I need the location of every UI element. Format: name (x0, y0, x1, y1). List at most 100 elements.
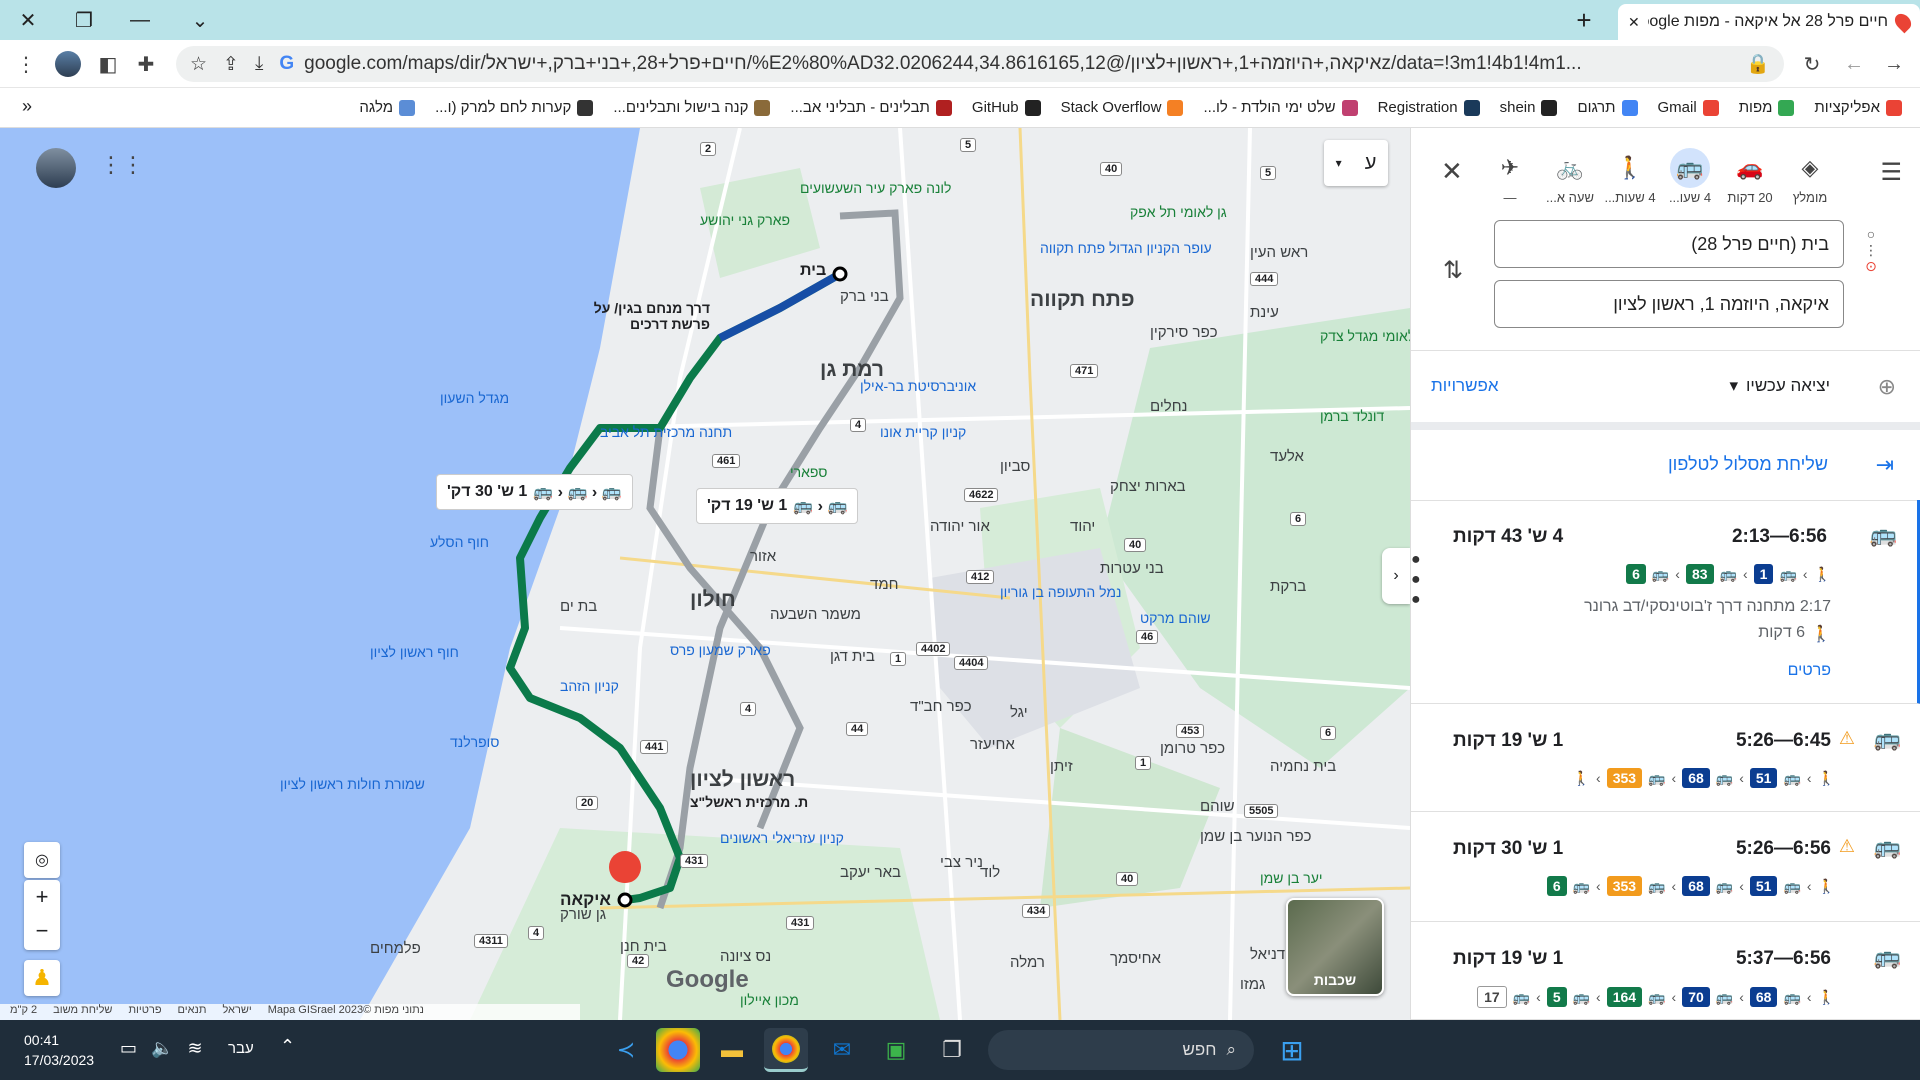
mail-icon[interactable]: ✉ (820, 1028, 864, 1072)
travel-mode-3[interactable]: 🚶 4 שעות... (1600, 148, 1660, 208)
menu-icon[interactable]: ☰ (1880, 158, 1902, 187)
bus-icon: 🚌 (1715, 769, 1734, 786)
bookmark-item[interactable]: מלגה (359, 99, 416, 116)
back-icon[interactable]: → (1876, 40, 1912, 88)
bus-icon: 🚌 (1512, 988, 1531, 1005)
reload-icon[interactable]: ↻ (1794, 40, 1830, 88)
browser-menu-icon[interactable]: ⋮ (8, 40, 44, 88)
task-view-icon[interactable]: ❐ (930, 1028, 974, 1072)
pegman-icon[interactable]: ♟ (24, 960, 60, 996)
bookmark-item[interactable]: Registration (1378, 99, 1480, 116)
bookmark-item[interactable]: שלט ימי הולדת - לו... (1203, 99, 1358, 116)
chevron-up-icon[interactable]: ⌃ (280, 1036, 295, 1057)
chat-icon[interactable]: ▣ (874, 1028, 918, 1072)
maps-favicon-icon (1891, 10, 1915, 34)
map-footer-link[interactable]: תנאים (178, 1004, 207, 1020)
line-badge: 68 (1749, 987, 1778, 1007)
route-dots: ○ ⋮ ⊙ (1864, 226, 1878, 274)
route-option[interactable]: 🚌 2:13—6:56 4 ש' 43 דקות 🚶 › 🚌 1 › 🚌 83 › 🚌 6 2:17 מת… (1411, 500, 1920, 704)
line-badge: 83 (1685, 564, 1714, 584)
windows-start-icon[interactable]: ⊞ (1270, 1028, 1314, 1072)
line-badge: 6 (1626, 564, 1646, 584)
map-footer-link[interactable]: נתוני מפות ©2023 Mapa GISrael (268, 1004, 424, 1020)
system-tray[interactable]: ▭ 🔈 ≋ (120, 1038, 203, 1059)
install-icon[interactable]: ⤓ (255, 53, 263, 75)
bookmark-item[interactable]: קערות לחם למרק (ו... (435, 99, 594, 116)
add-stop-icon[interactable]: ⊕ (1878, 374, 1896, 400)
profile-avatar[interactable] (50, 40, 86, 88)
forward-icon[interactable]: ← (1836, 40, 1872, 88)
map-footer-link[interactable]: ישראל (222, 1004, 251, 1020)
share-icon[interactable]: ⇪ (223, 53, 239, 76)
route-option[interactable]: 🚌 5:26—6:56 ⚠ 1 ש' 30 דקות 🚶 › 🚌 51 › 🚌 68 › 🚌 353 › 🚌 6 (1411, 812, 1920, 922)
depart-dropdown[interactable]: יציאה עכשיו ▾ (1729, 376, 1830, 396)
bookmark-item[interactable]: אפליקציות (1814, 99, 1902, 116)
extensions-icon[interactable]: ✚ (128, 40, 164, 88)
route-callout-alt1[interactable]: 🚌 ‹ 🚌 ‹ 🚌 1 ש' 30 דק' (436, 474, 633, 510)
bookmark-item[interactable]: Gmail (1658, 99, 1719, 116)
chrome-icon[interactable] (656, 1028, 700, 1072)
bookmark-item[interactable]: מפות (1739, 99, 1795, 116)
bookmark-item[interactable]: תבלינים - תבליני אב... (790, 99, 952, 116)
bookmark-star-icon[interactable]: ☆ (190, 53, 207, 76)
battery-icon[interactable]: ▭ (120, 1038, 137, 1059)
map-footer-link[interactable]: שליחת משוב (53, 1004, 112, 1020)
travel-mode-2[interactable]: 🚌 4 שעו... (1660, 148, 1720, 208)
close-window-icon[interactable]: ✕ (0, 0, 56, 40)
travel-mode-4[interactable]: 🚲 שעה א... (1540, 148, 1600, 208)
map-mode-toggle[interactable]: ▾ ע (1324, 140, 1388, 186)
route-option[interactable]: 🚌 5:26—6:45 ⚠ 1 ש' 19 דקות 🚶 › 🚌 51 › 🚌 68 › 🚌 353 › 🚶 (1411, 704, 1920, 812)
close-directions-icon[interactable]: ✕ (1441, 156, 1463, 187)
zoom-controls[interactable]: + − (24, 880, 60, 950)
address-bar[interactable]: ☆ ⇪ ⤓ G google.com/maps/dir/חיים+פרל+28,… (176, 46, 1784, 82)
chevron-down-icon[interactable]: ▾ (1336, 156, 1342, 170)
language-indicator[interactable]: עבר (228, 1040, 254, 1057)
more-dots-icon[interactable]: ● ● ● (1411, 550, 1421, 610)
travel-mode-1[interactable]: 🚗 20 דקות (1720, 148, 1780, 208)
map-footer-link[interactable]: 2 ק"מ (10, 1004, 37, 1020)
vscode-icon[interactable]: ≺ (604, 1028, 648, 1072)
bookmark-item[interactable]: Stack Overflow (1061, 99, 1184, 116)
details-link[interactable]: פרטים (1788, 662, 1831, 680)
bookmarks-overflow-icon[interactable]: » (22, 96, 32, 117)
map-canvas[interactable]: פתח תקווה רמת גן חולון ראשון לציון בני ברק בת… (0, 128, 1410, 1020)
zoom-out-button[interactable]: − (24, 914, 60, 948)
origin-field[interactable]: בית (חיים פרל 28) (1494, 220, 1844, 268)
tab-close-icon[interactable]: ✕ (1628, 14, 1640, 31)
my-location-icon[interactable]: ◎ (24, 842, 60, 878)
restore-window-icon[interactable]: ❐ (56, 0, 112, 40)
send-phone-icon[interactable]: ⇥ (1876, 452, 1894, 478)
taskbar-search[interactable]: חפש ⌕ (988, 1030, 1254, 1070)
route-callout-alt2[interactable]: 🚌 ‹ 🚌 1 ש' 19 דק' (696, 488, 859, 524)
route-option[interactable]: 🚌 5:37—6:56 1 ש' 19 דקות 🚶 › 🚌 68 › 🚌 70 › 🚌 164 › 🚌 5 ›… (1411, 922, 1920, 1020)
volume-icon[interactable]: 🔈 (151, 1038, 173, 1059)
chrome-active-icon[interactable] (764, 1028, 808, 1072)
side-panel-icon[interactable]: ◧ (90, 40, 126, 88)
active-tab[interactable]: חיים פרל 28 אל איקאה - מפות Google ✕ (1618, 4, 1920, 40)
destination-field[interactable]: איקאה, היוזמה 1, ראשון לציון (1494, 280, 1844, 328)
tab-search-icon[interactable]: ⌄ (172, 0, 228, 40)
bookmark-item[interactable]: GitHub (972, 99, 1041, 116)
zoom-in-button[interactable]: + (24, 880, 60, 914)
collapse-panel-button[interactable]: › (1382, 548, 1410, 604)
lock-icon[interactable]: 🔒 (1746, 52, 1770, 76)
bookmark-item[interactable]: קנה בישול ותבלינים... (613, 99, 771, 116)
line-badge: 353 (1606, 876, 1643, 896)
map-footer-link[interactable]: פרטיות (128, 1004, 161, 1020)
new-tab-button[interactable]: + (1556, 0, 1612, 40)
options-link[interactable]: אפשרויות (1431, 376, 1499, 396)
layers-button[interactable]: שכבות (1286, 898, 1384, 996)
minimize-window-icon[interactable]: — (112, 0, 168, 40)
travel-mode-5[interactable]: ✈ — (1480, 148, 1540, 208)
bookmark-item[interactable]: תרגום (1577, 99, 1638, 116)
account-avatar[interactable] (36, 148, 76, 188)
apps-grid-icon[interactable]: ⋮⋮ (100, 152, 144, 178)
file-explorer-icon[interactable]: ▬ (710, 1028, 754, 1072)
send-to-phone-link[interactable]: שליחת מסלול לטלפון (1668, 454, 1828, 475)
bookmark-item[interactable]: shein (1500, 99, 1558, 116)
map-svg[interactable] (0, 128, 1410, 1020)
swap-icon[interactable]: ⇅ (1443, 256, 1463, 285)
wifi-icon[interactable]: ≋ (187, 1038, 202, 1059)
travel-mode-0[interactable]: ◈ מומלץ (1780, 148, 1840, 208)
clock[interactable]: 00:41 17/03/2023 (24, 1030, 94, 1070)
